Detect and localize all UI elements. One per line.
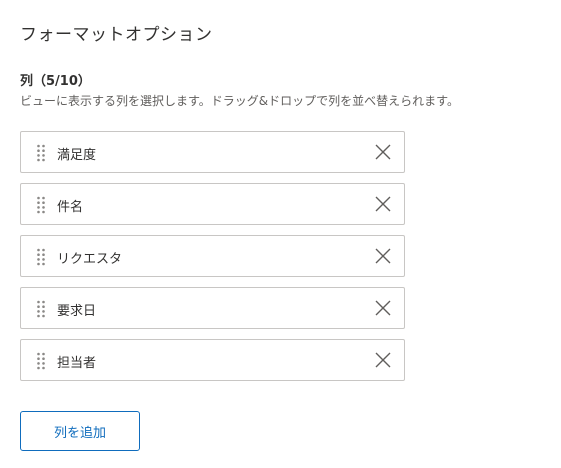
panel-title: フォーマットオプション — [20, 25, 213, 45]
column-item-requester[interactable]: リクエスタ — [20, 235, 405, 277]
close-icon[interactable] — [374, 143, 392, 161]
column-list: 満足度 件名 リクエスタ 要求日 担当者 — [20, 131, 405, 391]
column-label: 担当者 — [57, 356, 97, 371]
drag-handle-icon[interactable] — [36, 352, 46, 370]
column-label: 件名 — [57, 200, 84, 215]
close-icon[interactable] — [374, 195, 392, 213]
column-label: 満足度 — [57, 148, 97, 163]
column-item-satisfaction[interactable]: 満足度 — [20, 131, 405, 173]
drag-handle-icon[interactable] — [36, 300, 46, 318]
columns-description: ビューに表示する列を選択します。ドラッグ&ドロップで列を並べ替えられます。 — [20, 94, 459, 108]
column-item-request-date[interactable]: 要求日 — [20, 287, 405, 329]
drag-handle-icon[interactable] — [36, 248, 46, 266]
column-label: リクエスタ — [57, 252, 123, 267]
drag-handle-icon[interactable] — [36, 196, 46, 214]
close-icon[interactable] — [374, 299, 392, 317]
column-item-assignee[interactable]: 担当者 — [20, 339, 405, 381]
close-icon[interactable] — [374, 247, 392, 265]
close-icon[interactable] — [374, 351, 392, 369]
column-item-subject[interactable]: 件名 — [20, 183, 405, 225]
add-column-button[interactable]: 列を追加 — [20, 411, 140, 451]
columns-heading: 列（5/10） — [20, 74, 91, 89]
drag-handle-icon[interactable] — [36, 144, 46, 162]
column-label: 要求日 — [57, 304, 97, 319]
